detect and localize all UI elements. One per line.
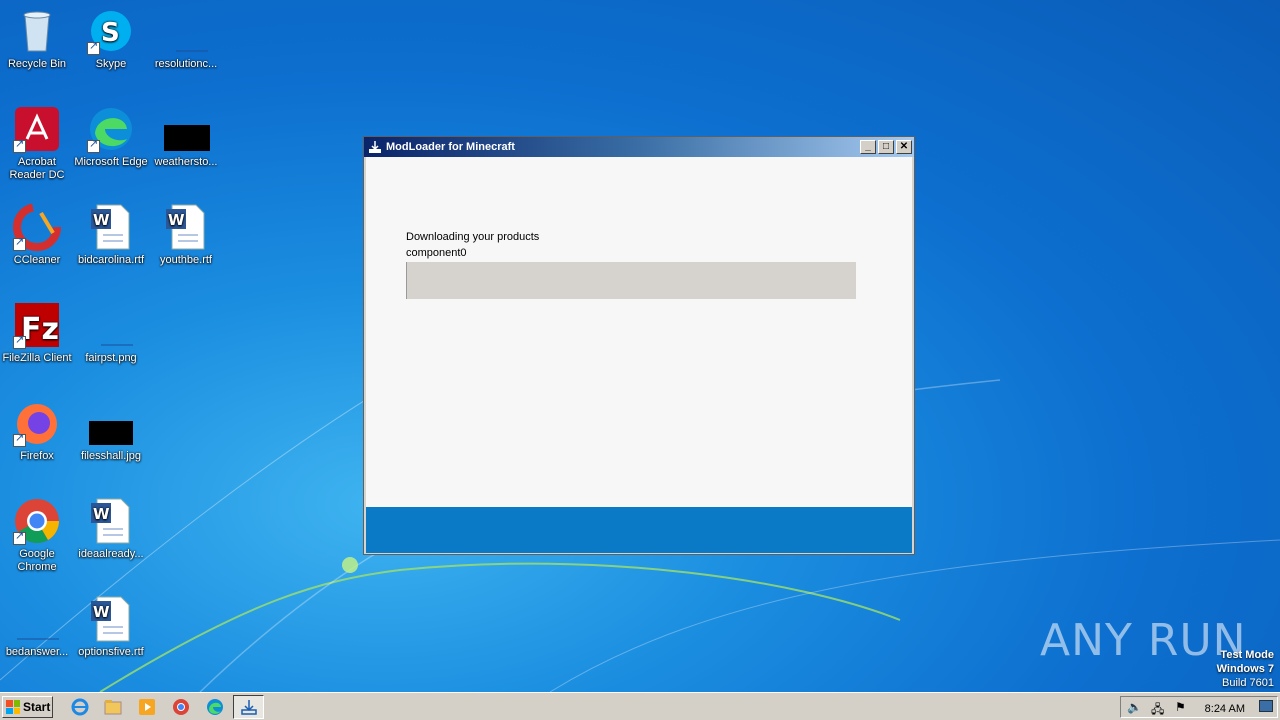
desktop-icon-ccleaner[interactable]: CCleaner: [0, 203, 74, 267]
desktop-icon-recycle-bin[interactable]: Recycle Bin: [0, 7, 74, 71]
window-title: ModLoader for Minecraft: [386, 141, 515, 153]
desktop-icon-bidcarolina[interactable]: W bidcarolina.rtf: [74, 203, 148, 267]
maximize-button[interactable]: □: [878, 140, 894, 154]
desktop-icon-firefox[interactable]: Firefox: [0, 399, 74, 463]
desktop-icon-label: Firefox: [20, 450, 54, 462]
start-label: Start: [23, 700, 51, 714]
window-client-area: Downloading your products component0: [366, 157, 912, 507]
word-document-icon: W: [87, 595, 135, 643]
desktop-icon-label: weathersto...: [154, 156, 218, 168]
test-mode-label: Test Mode: [1220, 649, 1274, 661]
desktop-icon-label: bidcarolina.rtf: [77, 254, 145, 266]
svg-text:W: W: [93, 603, 110, 621]
desktop-icon-optionsfive[interactable]: W optionsfive.rtf: [74, 595, 148, 659]
shortcut-arrow-icon: [13, 530, 26, 545]
svg-text:W: W: [93, 505, 110, 523]
taskbar-clock[interactable]: 8:24 AM: [1205, 703, 1245, 715]
action-center-flag-icon[interactable]: ⚑: [1175, 700, 1186, 714]
filezilla-icon: Fz: [13, 301, 61, 349]
windows-logo-icon: [6, 700, 20, 714]
close-button[interactable]: ✕: [896, 140, 912, 154]
word-document-icon: W: [162, 203, 210, 251]
desktop-icon-label: CCleaner: [13, 254, 61, 266]
os-label: Windows 7: [1216, 663, 1274, 675]
desktop-icon-label: resolutionc...: [154, 58, 218, 70]
acrobat-icon: [13, 105, 61, 153]
desktop-icon-filezilla[interactable]: Fz FileZilla Client: [0, 301, 74, 365]
desktop-icon-resolutionc[interactable]: resolutionc...: [149, 7, 223, 71]
desktop-icon-label: filesshall.jpg: [81, 450, 141, 462]
speaker-icon[interactable]: 🔈: [1127, 700, 1142, 714]
edge-icon: [87, 105, 135, 153]
internet-explorer-icon[interactable]: [70, 697, 90, 717]
recycle-bin-icon: [13, 7, 61, 55]
image-file-icon: [87, 399, 135, 447]
desktop-icon-label: optionsfive.rtf: [78, 646, 144, 658]
edge-taskbar-icon[interactable]: [205, 697, 225, 717]
taskbar: Start 🔈 🖧 ⚑ 8:24 AM: [0, 692, 1280, 720]
show-desktop-icon[interactable]: [1259, 700, 1273, 712]
shortcut-arrow-icon: [87, 40, 100, 55]
desktop-icon-filesshall[interactable]: filesshall.jpg: [74, 399, 148, 463]
svg-text:S: S: [101, 18, 120, 48]
desktop-icon-label: Recycle Bin: [7, 58, 67, 70]
system-tray: 🔈 🖧 ⚑ 8:24 AM: [1120, 696, 1278, 718]
shortcut-arrow-icon: [13, 334, 26, 349]
download-progress-bar: [406, 262, 856, 299]
blank-file-icon: [13, 595, 61, 643]
media-player-icon[interactable]: [137, 697, 157, 717]
desktop-icon-fairpst[interactable]: fairpst.png: [74, 301, 148, 365]
minimize-button[interactable]: _: [860, 140, 876, 154]
desktop-icon-skype[interactable]: S Skype: [74, 7, 148, 71]
desktop-icon-label: Acrobat Reader DC: [9, 156, 65, 181]
test-mode-notice: Test Mode Windows 7 Build 7601: [1217, 648, 1274, 690]
download-status-label: Downloading your products: [406, 231, 540, 243]
shortcut-arrow-icon: [87, 138, 100, 153]
start-button[interactable]: Start: [2, 696, 53, 718]
chrome-icon: [13, 497, 61, 545]
svg-text:W: W: [168, 211, 185, 229]
desktop-icon-label: Google Chrome: [17, 548, 57, 573]
svg-text:Fz: Fz: [21, 312, 59, 347]
word-document-icon: W: [87, 203, 135, 251]
chrome-taskbar-icon[interactable]: [171, 697, 191, 717]
network-icon[interactable]: 🖧: [1151, 700, 1164, 720]
image-file-icon: [87, 301, 135, 349]
firefox-icon: [13, 399, 61, 447]
window-footer-band: [366, 507, 912, 553]
file-explorer-icon[interactable]: [103, 697, 123, 717]
component-label: component0: [406, 247, 467, 259]
shortcut-arrow-icon: [13, 432, 26, 447]
desktop-icon-edge[interactable]: Microsoft Edge: [74, 105, 148, 169]
image-file-icon: [162, 105, 210, 153]
desktop-icon-weathersto[interactable]: weathersto...: [149, 105, 223, 169]
desktop-icon-label: fairpst.png: [85, 352, 137, 364]
download-app-icon: [241, 700, 257, 715]
anyrun-watermark: ANY RUN: [1040, 615, 1247, 666]
modloader-window[interactable]: ModLoader for Minecraft _ □ ✕ Downloadin…: [363, 136, 915, 555]
shortcut-arrow-icon: [13, 236, 26, 251]
desktop-icon-bedanswer[interactable]: bedanswer...: [0, 595, 74, 659]
ccleaner-icon: [13, 203, 61, 251]
desktop-icon-label: FileZilla Client: [2, 352, 72, 364]
build-label: Build 7601: [1222, 677, 1274, 689]
desktop-icon-label: bedanswer...: [5, 646, 69, 658]
desktop-icon-label: Microsoft Edge: [74, 156, 148, 168]
desktop-icon-youthbe[interactable]: W youthbe.rtf: [149, 203, 223, 267]
desktop-icon-ideaalready[interactable]: W ideaalready...: [74, 497, 148, 561]
desktop-icon-acrobat[interactable]: Acrobat Reader DC: [0, 105, 74, 182]
window-titlebar[interactable]: ModLoader for Minecraft _ □ ✕: [364, 137, 914, 157]
desktop-icon-label: youthbe.rtf: [160, 254, 212, 266]
download-app-icon: [369, 141, 381, 153]
skype-icon: S: [87, 7, 135, 55]
desktop-icon-label: Skype: [95, 58, 127, 70]
taskbar-modloader-button[interactable]: [233, 695, 264, 719]
svg-text:W: W: [93, 211, 110, 229]
word-document-icon: W: [87, 497, 135, 545]
desktop-icon-chrome[interactable]: Google Chrome: [0, 497, 74, 574]
blank-file-icon: [162, 7, 210, 55]
shortcut-arrow-icon: [13, 138, 26, 153]
desktop-icon-label: ideaalready...: [78, 548, 144, 560]
